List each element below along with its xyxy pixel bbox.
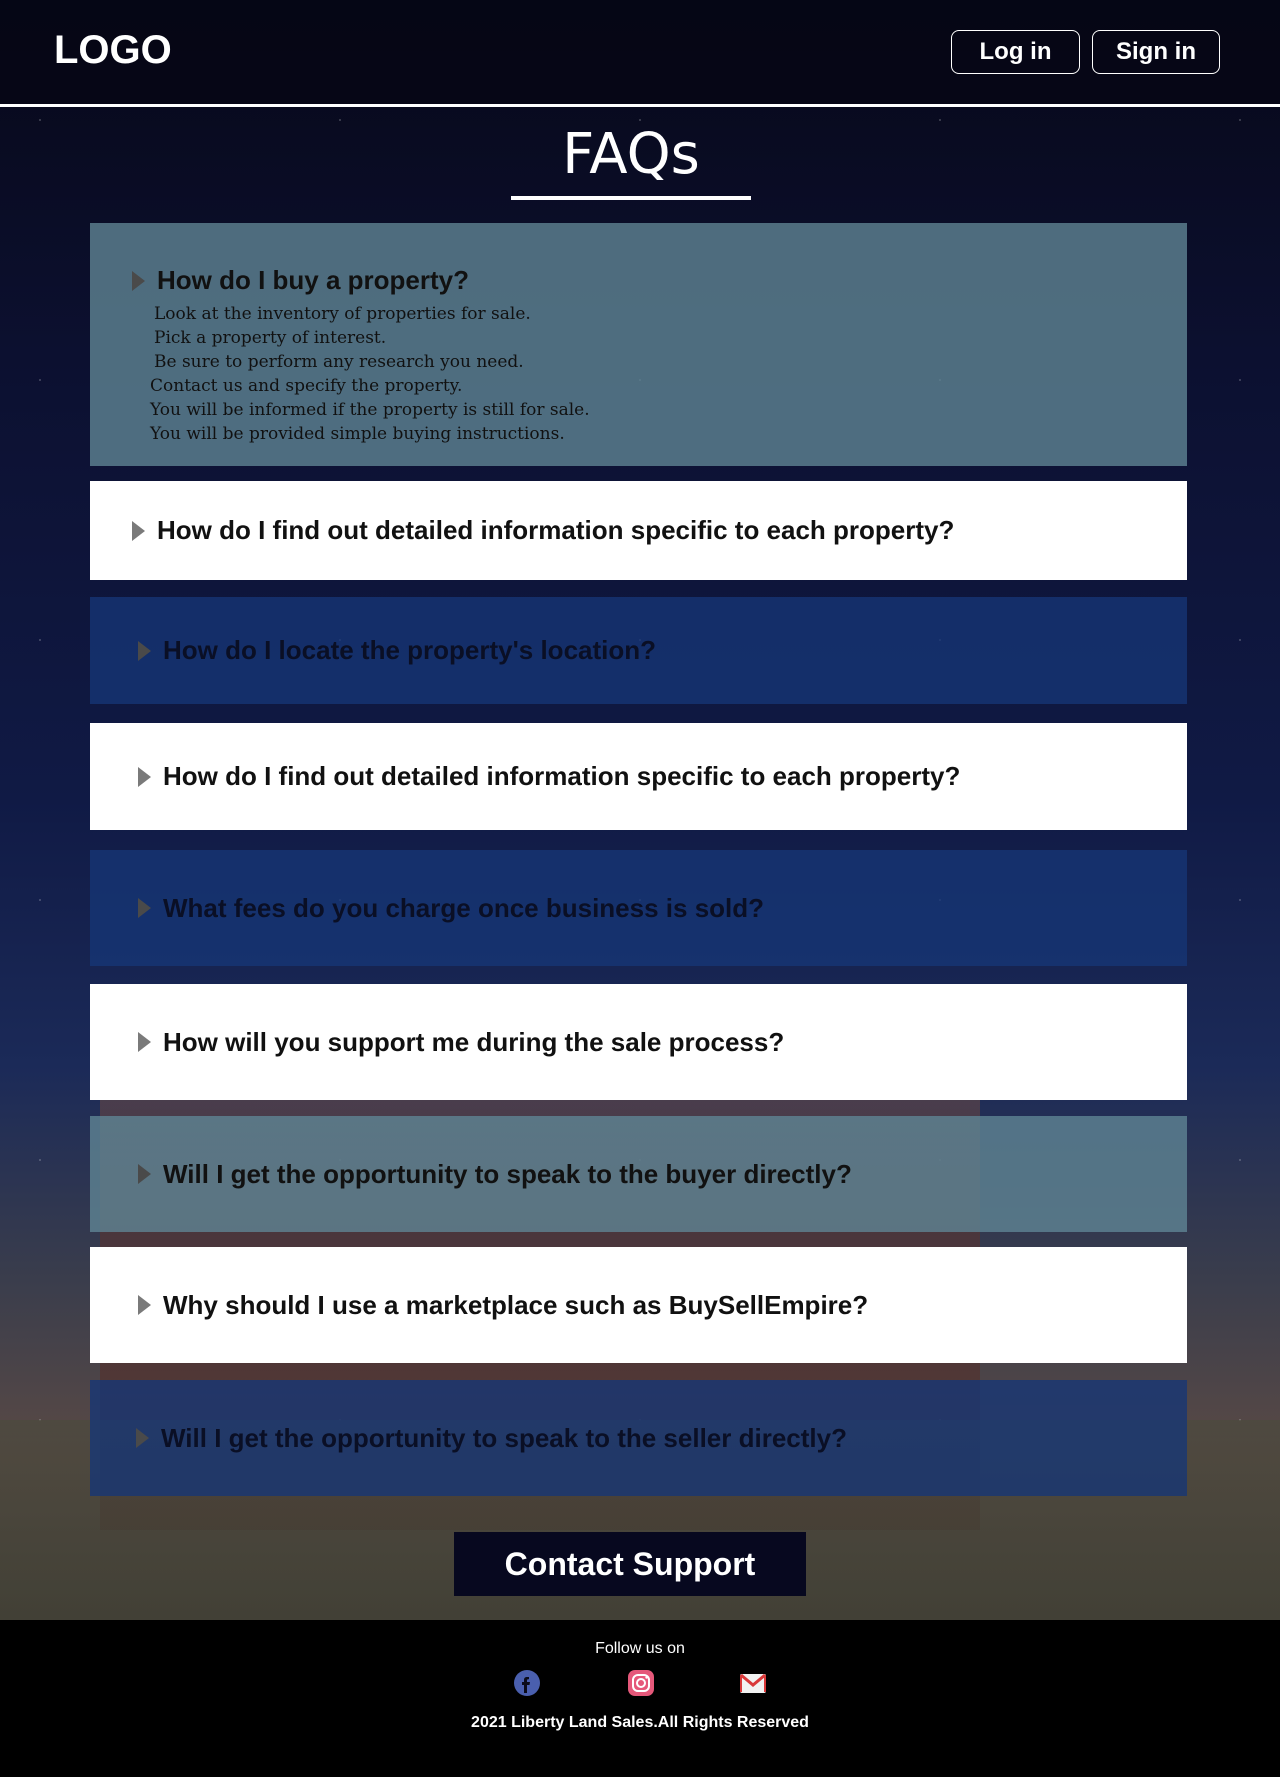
faq-item[interactable]: How do I locate the property's location?	[90, 597, 1187, 704]
faq-question[interactable]: How will you support me during the sale …	[163, 1027, 784, 1058]
logo[interactable]: LOGO	[54, 28, 172, 73]
faq-answer: Look at the inventory of properties for …	[150, 302, 590, 446]
faq-item[interactable]: Why should I use a marketplace such as B…	[90, 1247, 1187, 1363]
answer-line: You will be provided simple buying instr…	[150, 424, 565, 444]
login-button[interactable]: Log in	[951, 30, 1080, 74]
faq-item[interactable]: How do I find out detailed information s…	[90, 481, 1187, 580]
faq-question[interactable]: Will I get the opportunity to speak to t…	[161, 1423, 847, 1454]
caret-right-icon[interactable]	[138, 766, 151, 787]
faq-question[interactable]: How do I locate the property's location?	[163, 635, 656, 666]
caret-right-icon[interactable]	[132, 270, 145, 291]
faq-item[interactable]: Will I get the opportunity to speak to t…	[90, 1116, 1187, 1232]
faq-question[interactable]: Will I get the opportunity to speak to t…	[163, 1159, 852, 1190]
answer-line: You will be informed if the property is …	[150, 400, 590, 420]
faq-question[interactable]: What fees do you charge once business is…	[163, 893, 764, 924]
faq-item[interactable]: How will you support me during the sale …	[90, 984, 1187, 1100]
answer-line: Pick a property of interest.	[154, 328, 387, 348]
top-header: LOGO Log in Sign in	[0, 0, 1280, 107]
answer-line: Contact us and specify the property.	[150, 376, 463, 396]
faq-question[interactable]: How do I buy a property?	[157, 265, 469, 296]
answer-line: Be sure to perform any research you need…	[154, 352, 524, 372]
caret-right-icon[interactable]	[138, 1164, 151, 1184]
caret-right-icon[interactable]	[136, 1428, 149, 1448]
faq-question[interactable]: Why should I use a marketplace such as B…	[163, 1290, 868, 1321]
caret-right-icon[interactable]	[138, 1295, 151, 1315]
faq-item[interactable]: Will I get the opportunity to speak to t…	[90, 1380, 1187, 1496]
faq-item[interactable]: How do I find out detailed information s…	[90, 723, 1187, 830]
signin-button[interactable]: Sign in	[1092, 30, 1220, 74]
caret-right-icon[interactable]	[132, 520, 145, 541]
instagram-icon[interactable]	[626, 1669, 656, 1697]
title-underline	[511, 196, 751, 200]
facebook-icon[interactable]	[512, 1669, 542, 1697]
faq-question[interactable]: How do I find out detailed information s…	[163, 761, 960, 792]
caret-right-icon[interactable]	[138, 898, 151, 918]
page-title: FAQs	[562, 122, 700, 187]
caret-right-icon[interactable]	[138, 1032, 151, 1052]
faq-question[interactable]: How do I find out detailed information s…	[157, 515, 954, 546]
faq-item[interactable]: How do I buy a property? Look at the inv…	[90, 223, 1187, 466]
follow-us-text: Follow us on	[595, 1640, 685, 1657]
contact-support-button[interactable]: Contact Support	[454, 1532, 806, 1596]
mail-icon[interactable]	[738, 1669, 768, 1697]
caret-right-icon[interactable]	[138, 640, 151, 661]
copyright-text: 2021 Liberty Land Sales.All Rights Reser…	[471, 1714, 809, 1731]
faq-item[interactable]: What fees do you charge once business is…	[90, 850, 1187, 966]
answer-line: Look at the inventory of properties for …	[154, 304, 531, 324]
